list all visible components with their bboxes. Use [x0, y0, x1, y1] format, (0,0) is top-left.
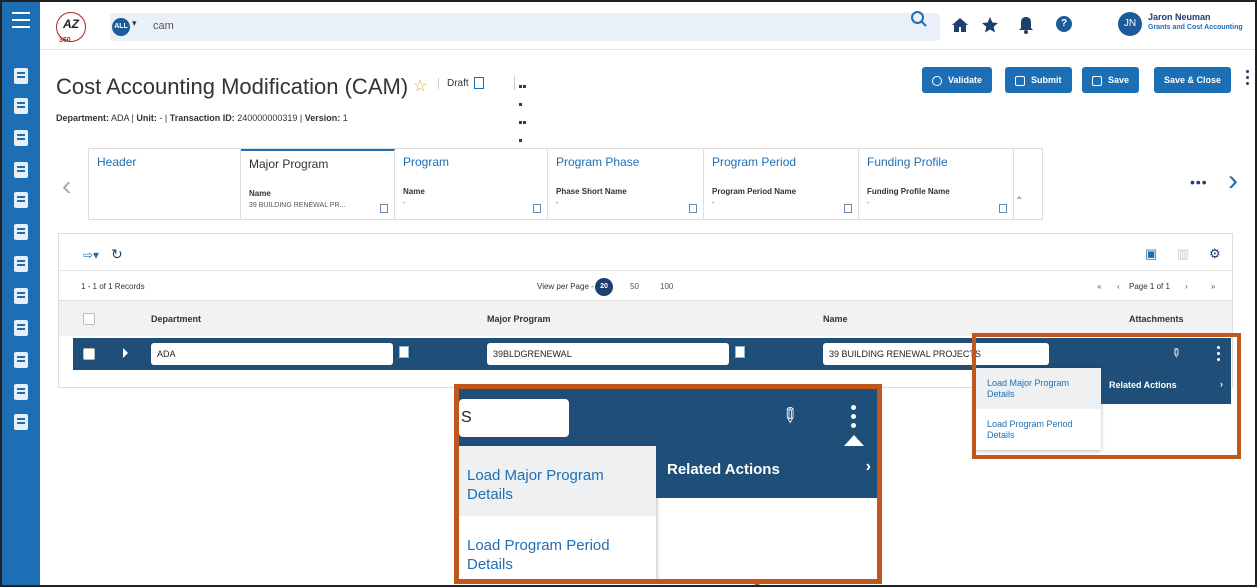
favorite-star-icon[interactable]: ☆ — [413, 76, 427, 96]
nav-icon[interactable] — [14, 288, 28, 304]
row-checkbox[interactable] — [83, 348, 95, 360]
help-icon[interactable]: ? — [1056, 16, 1072, 32]
refresh-icon[interactable]: ↻ — [111, 246, 123, 263]
nav-icon[interactable] — [14, 130, 28, 146]
prev-page-icon[interactable]: ‹ — [1117, 282, 1120, 291]
left-rail — [2, 2, 40, 585]
row-actions-icon — [851, 405, 856, 432]
document-icon[interactable] — [533, 204, 541, 213]
submit-button[interactable]: Submit — [1005, 67, 1072, 93]
nav-icon[interactable] — [14, 352, 28, 368]
page-size-20[interactable]: 20 — [595, 278, 613, 296]
callout-source-box — [972, 333, 1241, 459]
table-header: Department Major Program Name Attachment… — [59, 300, 1232, 336]
tab-program-phase[interactable]: Program Phase Phase Short Name - — [548, 149, 704, 219]
document-icon[interactable] — [474, 77, 484, 89]
nav-icon[interactable] — [14, 192, 28, 208]
col-attachments[interactable]: Attachments — [1129, 314, 1184, 324]
callout-zoom-box: S ✎ Load Major Program Details Load Prog… — [454, 384, 882, 584]
paperclip-icon: ✎ — [775, 402, 803, 430]
tab-program-period[interactable]: Program Period Program Period Name - — [704, 149, 859, 219]
expand-row-icon[interactable] — [123, 348, 128, 358]
chevron-right-icon[interactable]: › — [1228, 164, 1238, 198]
nav-icon[interactable] — [14, 384, 28, 400]
validate-button[interactable]: Validate — [922, 67, 993, 93]
chevron-up-icon[interactable]: ⌃ — [1015, 196, 1023, 207]
zoomed-menu-item-load-major-program: Load Major Program Details — [459, 446, 656, 516]
section-tabs: Header Major Program Name 39 BUILDING RE… — [88, 148, 1043, 220]
lookup-icon[interactable] — [399, 346, 409, 358]
tab-program[interactable]: Program Name - — [395, 149, 548, 219]
menu-icon[interactable] — [12, 12, 30, 28]
apps-grid-icon[interactable] — [514, 76, 530, 178]
page-indicator: Page 1 of 1 — [1129, 282, 1170, 291]
search-input[interactable]: cam — [153, 20, 174, 32]
save-icon — [1092, 75, 1102, 86]
last-page-icon[interactable]: » — [1211, 282, 1215, 291]
page-size-50[interactable]: 50 — [630, 282, 639, 291]
tab-funding-profile[interactable]: Funding Profile Funding Profile Name - — [859, 149, 1014, 219]
record-count: 1 - 1 of 1 Records — [81, 282, 145, 291]
nav-icon[interactable] — [14, 98, 28, 114]
more-options-icon[interactable] — [1246, 70, 1250, 88]
bell-icon[interactable] — [1016, 15, 1036, 35]
first-page-icon[interactable]: « — [1097, 282, 1101, 291]
more-tabs-icon[interactable]: ••• — [1190, 174, 1208, 190]
col-major-program[interactable]: Major Program — [487, 314, 551, 324]
document-icon[interactable] — [999, 204, 1007, 213]
save-button[interactable]: Save — [1082, 67, 1140, 93]
calendar-icon[interactable]: ▣ — [1145, 246, 1157, 262]
page-size-100[interactable]: 100 — [660, 282, 673, 291]
export-icon[interactable]: ⇨▾ — [83, 248, 99, 262]
tab-major-program[interactable]: Major Program Name 39 BUILDING RENEWAL P… — [241, 149, 395, 219]
view-per-page-label: View per Page - — [537, 282, 594, 291]
avatar[interactable]: JN — [1118, 12, 1142, 36]
page-title: Cost Accounting Modification (CAM) — [56, 74, 409, 99]
nav-icon[interactable] — [14, 68, 28, 84]
star-icon[interactable] — [980, 15, 1000, 35]
zoomed-related-actions: Related Actions › — [656, 446, 877, 498]
home-icon[interactable] — [950, 15, 970, 35]
transaction-meta: Department: ADA | Unit: - | Transaction … — [56, 113, 348, 123]
submit-icon — [1015, 75, 1025, 86]
zoomed-menu-item-load-program-period: Load Program Period Details — [467, 537, 610, 573]
document-icon[interactable] — [689, 204, 697, 213]
next-page-icon[interactable]: › — [1185, 282, 1188, 291]
document-icon[interactable] — [380, 204, 388, 213]
gear-icon[interactable]: ⚙ — [1209, 246, 1221, 262]
tab-header[interactable]: Header — [89, 149, 241, 219]
app-logo[interactable]: AZ 360 — [56, 12, 86, 44]
major-program-field[interactable]: 39BLDGRENEWAL — [487, 343, 729, 365]
zoomed-name-field: S — [459, 399, 569, 437]
department-field[interactable]: ADA — [151, 343, 393, 365]
zoomed-actions-menu: Load Major Program Details Load Program … — [459, 446, 656, 579]
check-circle-icon — [932, 75, 942, 86]
user-name: Jaron Neuman — [1148, 12, 1211, 22]
document-icon[interactable] — [844, 204, 852, 213]
save-close-button[interactable]: Save & Close — [1154, 67, 1232, 93]
nav-icon[interactable] — [14, 414, 28, 430]
nav-icon[interactable] — [14, 162, 28, 178]
nav-icon[interactable] — [14, 256, 28, 272]
pagination-bar: 1 - 1 of 1 Records View per Page - 20 50… — [59, 270, 1232, 300]
search-scope[interactable]: ALL — [112, 18, 130, 36]
chevron-left-icon[interactable]: ‹ — [62, 170, 71, 202]
zoomed-row: S ✎ — [459, 389, 877, 446]
user-role: Grants and Cost Accounting — [1148, 24, 1243, 31]
col-department[interactable]: Department — [151, 314, 201, 324]
select-all-checkbox[interactable] — [83, 313, 95, 325]
chevron-down-icon[interactable]: ▾ — [132, 18, 137, 29]
nav-icon[interactable] — [14, 320, 28, 336]
nav-icon[interactable] — [14, 224, 28, 240]
global-search[interactable]: ALL ▾ cam — [110, 13, 940, 41]
menu-pointer — [844, 435, 864, 446]
search-icon[interactable] — [910, 10, 928, 28]
chevron-right-icon: › — [865, 458, 871, 475]
col-name[interactable]: Name — [823, 314, 848, 324]
top-bar: AZ 360 ALL ▾ cam ? JN Jaron Neuman Grants… — [40, 2, 1255, 50]
lookup-icon[interactable] — [735, 346, 745, 358]
columns-icon[interactable]: ▥ — [1177, 246, 1189, 262]
status-badge: Draft — [438, 78, 469, 89]
